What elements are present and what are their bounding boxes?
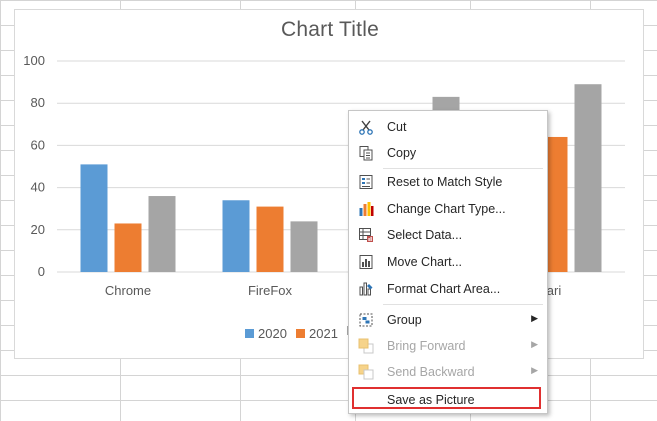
menu-separator [383, 304, 543, 305]
x-tick-label: FireFox [248, 283, 293, 298]
legend-swatch [296, 329, 305, 338]
menu-item-label: Reset to Match Style [387, 175, 503, 189]
highlight-box [352, 387, 541, 409]
send-backward-icon [358, 364, 374, 380]
legend-entry-2021: 2021 [296, 326, 338, 341]
bar [222, 200, 250, 272]
y-tick-label: 80 [31, 95, 45, 110]
submenu-arrow-icon: ▶ [531, 365, 538, 375]
menu-item-label: Send Backward [387, 365, 475, 379]
y-tick-label: 40 [31, 180, 45, 195]
bar [80, 164, 108, 272]
menu-item-label: Move Chart... [387, 255, 463, 269]
submenu-arrow-icon: ▶ [531, 313, 538, 323]
menu-item-label: Format Chart Area... [387, 282, 501, 296]
reset-style-icon [358, 174, 374, 190]
move-chart-icon [358, 254, 374, 270]
bar [574, 84, 602, 273]
bar [256, 206, 284, 272]
menu-item-label: Change Chart Type... [387, 202, 506, 216]
x-tick-label: Chrome [105, 283, 151, 298]
menu-item-send-backward: Send Backward ▶ [349, 359, 547, 385]
bar [148, 196, 176, 272]
chart-type-icon [358, 201, 374, 217]
menu-item-copy[interactable]: Copy [349, 140, 547, 166]
menu-item-move-chart[interactable]: Move Chart... [349, 249, 547, 275]
group-icon [358, 312, 374, 328]
menu-item-select-data[interactable]: Select Data... [349, 222, 547, 248]
chart-title[interactable]: Chart Title [15, 18, 645, 42]
context-menu: Cut Copy Reset to Match Style Change Cha… [348, 110, 548, 414]
legend-label: 2020 [258, 326, 287, 341]
legend-label: 2021 [309, 326, 338, 341]
format-area-icon [358, 281, 374, 297]
y-tick-label: 100 [23, 53, 45, 68]
chart-plot: 0 20 40 60 80 100 Chrome FireFox ari [23, 53, 625, 298]
menu-item-label: Bring Forward [387, 339, 466, 353]
menu-item-bring-forward: Bring Forward ▶ [349, 333, 547, 359]
scissors-icon [358, 119, 374, 135]
x-tick-label: ari [547, 283, 562, 298]
legend-entry-2020: 2020 [245, 326, 287, 341]
y-tick-label: 20 [31, 222, 45, 237]
bring-forward-icon [358, 338, 374, 354]
menu-item-cut[interactable]: Cut [349, 114, 547, 140]
menu-item-label: Copy [387, 146, 417, 160]
bar [290, 221, 318, 272]
menu-item-label: Cut [387, 120, 407, 134]
select-data-icon [358, 227, 374, 243]
submenu-arrow-icon: ▶ [531, 339, 538, 349]
y-tick-label: 0 [38, 264, 45, 279]
y-tick-label: 60 [31, 137, 45, 152]
menu-item-group[interactable]: Group ▶ [349, 307, 547, 333]
menu-item-label: Select Data... [387, 228, 463, 242]
menu-item-label: Group [387, 313, 422, 327]
chart-area[interactable]: 0 20 40 60 80 100 Chrome FireFox ari Chart Title… [14, 9, 644, 359]
bar [114, 223, 142, 272]
copy-icon [358, 145, 374, 161]
menu-item-format-chart-area[interactable]: Format Chart Area... [349, 276, 547, 302]
menu-item-change-chart-type[interactable]: Change Chart Type... [349, 196, 547, 222]
menu-item-reset-to-match-style[interactable]: Reset to Match Style [349, 169, 547, 195]
legend-swatch [245, 329, 254, 338]
